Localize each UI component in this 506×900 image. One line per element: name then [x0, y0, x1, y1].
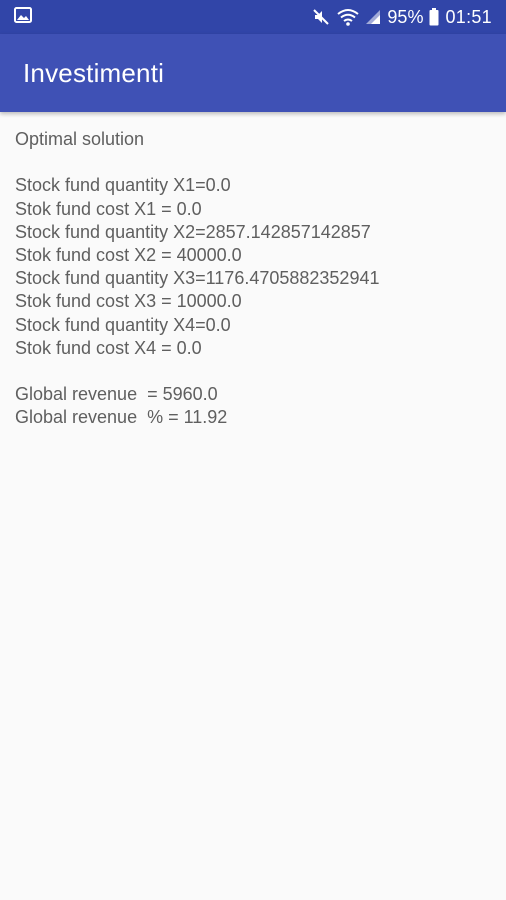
- status-bar: 95% 01:51: [0, 0, 506, 34]
- global-revenue-percent: Global revenue % = 11.92: [15, 407, 228, 428]
- section-heading: Optimal solution: [15, 129, 145, 149]
- result-line: Stock fund quantity X3=1176.470588235294…: [15, 268, 380, 289]
- wifi-icon: [337, 8, 360, 26]
- app-title: Investimenti: [23, 57, 165, 88]
- cell-signal-icon: [365, 9, 381, 25]
- result-line: Stock fund quantity X2=2857.142857142857: [15, 221, 371, 242]
- result-line: Stock fund quantity X4=0.0: [15, 314, 231, 335]
- clock: 01:51: [445, 6, 492, 27]
- result-line: Stok fund cost X3 = 10000.0: [15, 291, 242, 312]
- global-revenue: Global revenue = 5960.0: [15, 384, 218, 405]
- battery-percent: 95%: [387, 6, 424, 27]
- result-line: Stock fund quantity X1=0.0: [15, 175, 231, 196]
- result-line: Stok fund cost X1 = 0.0: [15, 198, 202, 219]
- image-notification-icon: [14, 6, 32, 28]
- result-line: Stok fund cost X4 = 0.0: [15, 337, 202, 358]
- app-bar: Investimenti: [0, 34, 506, 112]
- result-line: Stok fund cost X2 = 40000.0: [15, 245, 242, 265]
- vibrate-mute-icon: [311, 7, 331, 27]
- results-panel: Optimal solution Stock fund quantity X1=…: [15, 128, 496, 430]
- battery-icon: [429, 8, 439, 26]
